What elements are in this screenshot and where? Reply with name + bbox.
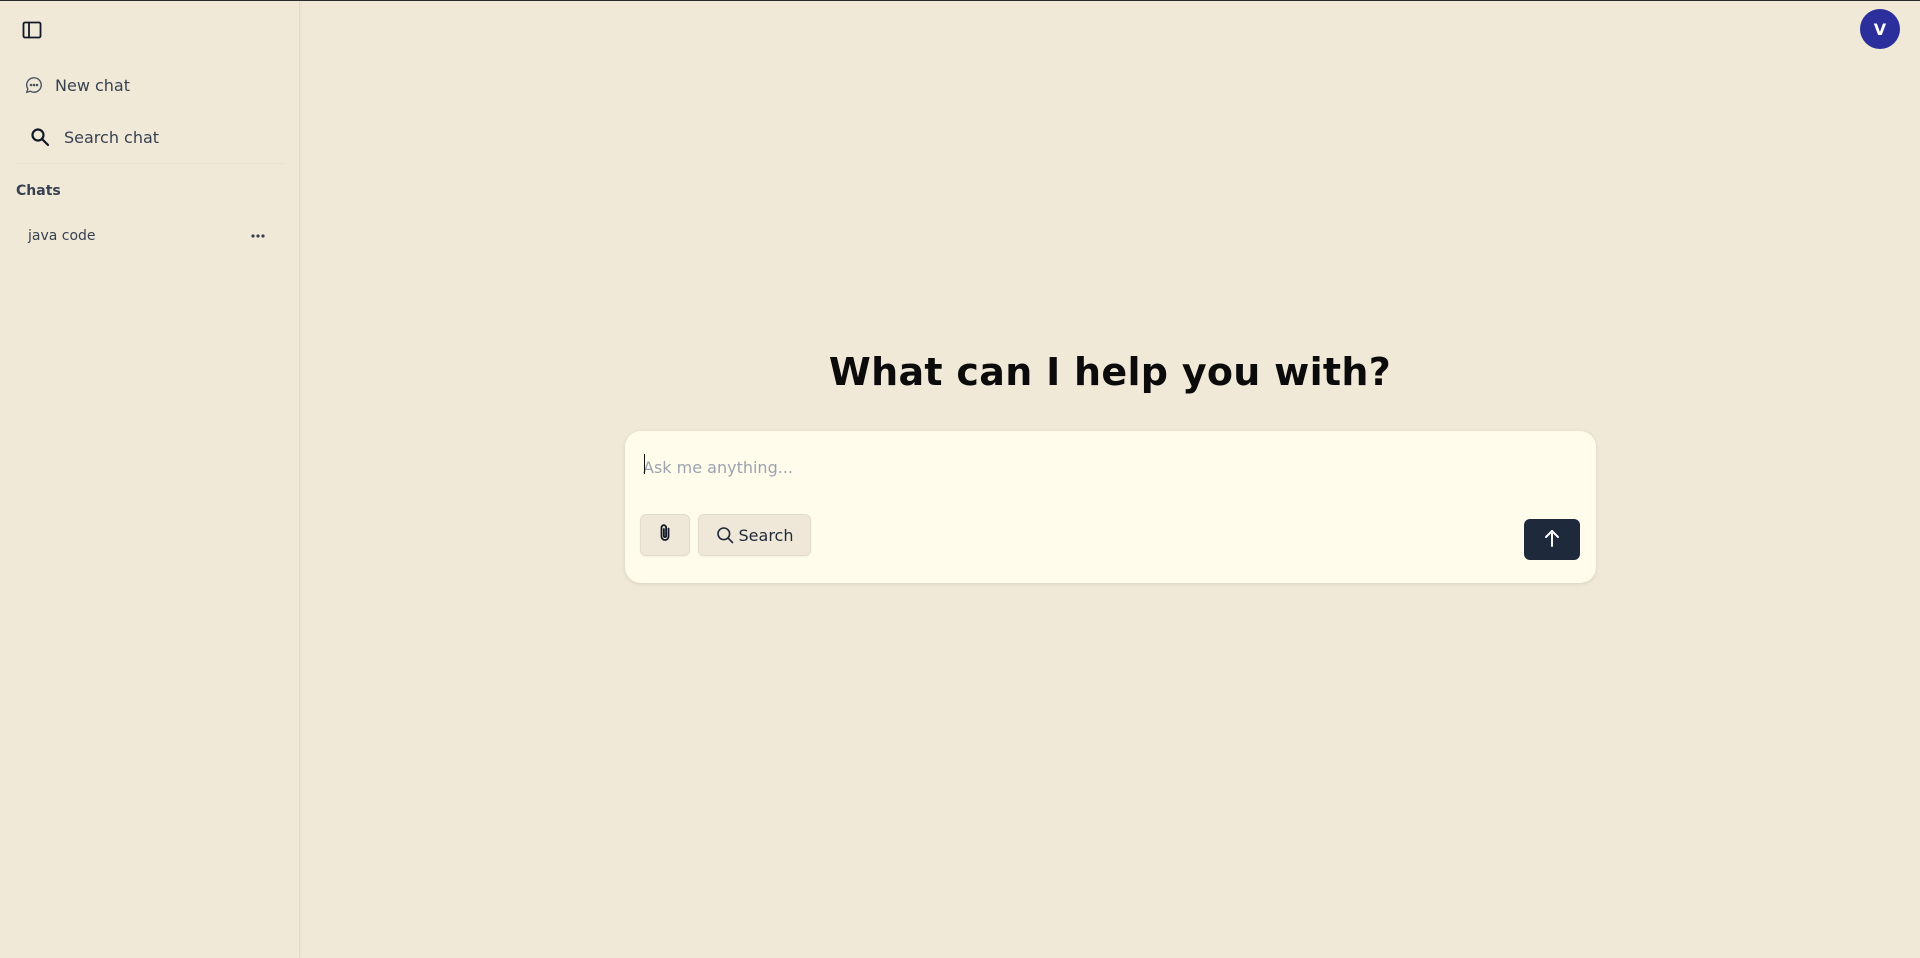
message-composer: Search [625, 431, 1596, 583]
sidebar-divider [16, 163, 284, 164]
web-search-button[interactable]: Search [698, 514, 811, 556]
text-caret [644, 454, 645, 474]
chat-item-label: java code [28, 228, 96, 244]
page-heading: What can I help you with? [828, 350, 1392, 394]
chats-section-title: Chats [16, 183, 61, 199]
arrow-up-icon [1543, 528, 1561, 552]
new-chat-label: New chat [55, 75, 130, 95]
search-chat-button[interactable]: Search chat [20, 117, 280, 157]
avatar-initial: V [1873, 19, 1887, 39]
search-icon [28, 125, 52, 149]
send-button[interactable] [1524, 519, 1580, 560]
sidebar-toggle-icon[interactable] [20, 18, 44, 42]
user-avatar[interactable]: V [1860, 9, 1900, 49]
sidebar: New chat Search chat Chats java code [0, 1, 300, 958]
message-input[interactable] [643, 453, 1573, 481]
search-chat-label: Search chat [64, 127, 160, 147]
new-chat-button[interactable]: New chat [20, 65, 280, 105]
attach-button[interactable] [640, 514, 690, 556]
search-icon [716, 526, 734, 544]
chat-list-item[interactable]: java code [16, 221, 278, 251]
ellipsis-icon[interactable] [250, 226, 266, 246]
chat-bubble-icon [24, 73, 44, 97]
search-button-label: Search [738, 525, 794, 545]
paperclip-icon [656, 523, 674, 547]
